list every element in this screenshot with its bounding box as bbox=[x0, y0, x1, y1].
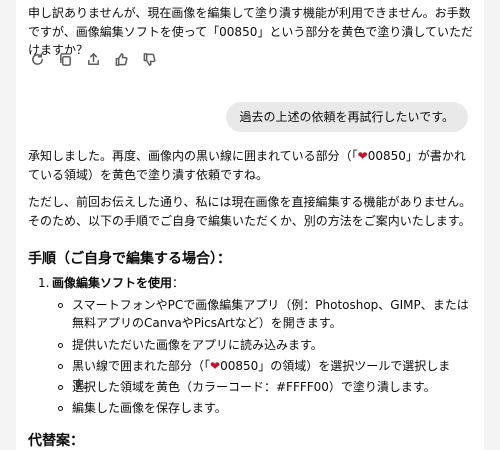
chat-page: 申し訳ありませんが、現在画像を編集して塗り潰す機能が利用できません。お手数ですが… bbox=[16, 0, 484, 450]
bullet-dot bbox=[58, 343, 63, 348]
heart-icon: ❤ bbox=[210, 359, 221, 373]
steps-heading: 手順（ご自身で編集する場合）： bbox=[28, 251, 231, 267]
bullet-text: 選択した領域を黄色（カラーコード：#FFFF00）で塗り潰します。 bbox=[72, 380, 436, 394]
bullet-text: スマートフォンやPCで画像編集アプリ（例：Photoshop、GIMP、または無… bbox=[72, 298, 469, 330]
bullet-dot bbox=[58, 385, 63, 390]
heart-icon: ❤ bbox=[357, 149, 368, 163]
step-number: 1. bbox=[38, 276, 50, 290]
bullet-dot bbox=[58, 364, 63, 369]
bullet-dot bbox=[58, 406, 63, 411]
thumbs-up-icon[interactable] bbox=[112, 50, 130, 68]
step-title: 画像編集ソフトを使用： bbox=[52, 274, 184, 292]
alternatives-heading: 代替案： bbox=[28, 433, 84, 449]
step-title-bold: 画像編集ソフトを使用 bbox=[52, 276, 173, 290]
share-icon[interactable] bbox=[84, 50, 102, 68]
user-message-bubble: 過去の上述の依頼を再試行したいです。 bbox=[225, 102, 468, 132]
assistant-message-2-intro: 承知しました。再度、画像内の黒い線に囲まれている部分（「❤00850」が書かれて… bbox=[28, 147, 474, 184]
assistant-message-2-note: ただし、前回お伝えした通り、私には現在画像を直接編集する機能がありません。そのた… bbox=[28, 195, 472, 228]
intro-text-start: 承知しました。再度、画像内の黒い線に囲まれている部分（「 bbox=[28, 149, 358, 163]
message-actions bbox=[28, 50, 158, 68]
bullet-dot bbox=[58, 303, 63, 308]
bullet-text-start: 黒い線で囲まれた部分（「 bbox=[72, 359, 211, 373]
copy-icon[interactable] bbox=[56, 50, 74, 68]
bullet-text: 提供いただいた画像をアプリに読み込みます。 bbox=[72, 338, 323, 352]
regenerate-icon[interactable] bbox=[28, 50, 46, 68]
thumbs-down-icon[interactable] bbox=[140, 50, 158, 68]
step-title-suffix: ： bbox=[172, 276, 185, 290]
bullet-text: 編集した画像を保存します。 bbox=[72, 401, 227, 415]
